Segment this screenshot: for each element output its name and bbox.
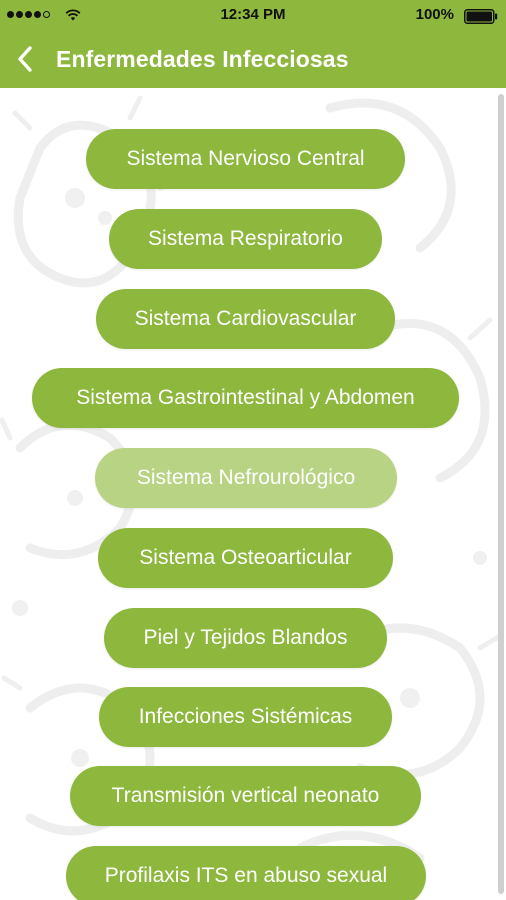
menu-item-sistema-cardiovascular[interactable]: Sistema Cardiovascular xyxy=(96,289,395,349)
menu-item-sistema-nervioso-central[interactable]: Sistema Nervioso Central xyxy=(86,129,405,189)
menu-item-sistema-osteoarticular[interactable]: Sistema Osteoarticular xyxy=(98,528,393,588)
menu-item-sistema-nefrourologico[interactable]: Sistema Nefrourológico xyxy=(95,448,397,508)
status-bar: 12:34 PM 100% xyxy=(0,0,506,30)
battery-icon xyxy=(464,9,498,24)
menu-item-profilaxis-its[interactable]: Profilaxis ITS en abuso sexual xyxy=(66,846,426,900)
battery-percentage: 100% xyxy=(415,6,454,23)
menu-item-sistema-gastrointestinal[interactable]: Sistema Gastrointestinal y Abdomen xyxy=(32,368,459,428)
menu-item-sistema-respiratorio[interactable]: Sistema Respiratorio xyxy=(109,209,382,269)
chevron-left-icon[interactable] xyxy=(12,44,38,74)
menu-item-transmision-vertical-neonato[interactable]: Transmisión vertical neonato xyxy=(70,766,421,826)
page-title: Enfermedades Infecciosas xyxy=(56,46,349,72)
menu-item-infecciones-sistemicas[interactable]: Infecciones Sistémicas xyxy=(99,687,392,747)
scrollbar[interactable] xyxy=(498,94,504,894)
navigation-bar: Enfermedades Infecciosas xyxy=(0,30,506,88)
menu-content: Sistema Nervioso Central Sistema Respira… xyxy=(0,88,506,900)
menu-item-piel-tejidos-blandos[interactable]: Piel y Tejidos Blandos xyxy=(104,608,387,668)
